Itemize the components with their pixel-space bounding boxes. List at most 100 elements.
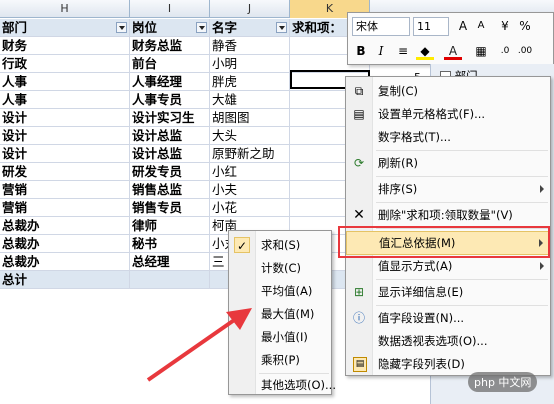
- name-header-label: 名字: [212, 20, 238, 35]
- submenu-average-label: 平均值(A): [261, 284, 313, 298]
- cell-post[interactable]: 设计总监: [130, 127, 210, 145]
- cell-dept[interactable]: 总裁办: [0, 253, 130, 271]
- field-list-icon: ▤: [353, 357, 367, 372]
- currency-icon[interactable]: ¥: [496, 17, 514, 35]
- dept-header-label: 部门: [2, 20, 28, 35]
- cell-dept[interactable]: 营销: [0, 199, 130, 217]
- menu-show-details[interactable]: ⊞ 显示详细信息(E): [346, 281, 550, 303]
- menu-show-values-as[interactable]: 值显示方式(A): [346, 255, 550, 277]
- field-settings-icon: ⓘ: [352, 311, 365, 325]
- submenu-sum[interactable]: ✓ 求和(S): [229, 234, 331, 256]
- font-name-box[interactable]: 宋体: [352, 17, 410, 36]
- check-icon: ✓: [234, 237, 250, 253]
- column-i-header[interactable]: I: [130, 0, 210, 18]
- menu-copy[interactable]: ⧉ 复制(C): [346, 80, 550, 102]
- post-filter-dropdown[interactable]: [196, 22, 207, 33]
- cell-dept[interactable]: 人事: [0, 91, 130, 109]
- cell-name[interactable]: 小花: [210, 199, 290, 217]
- total-label[interactable]: 总计: [0, 271, 130, 289]
- font-color-icon[interactable]: A: [444, 42, 462, 60]
- menu-hide-field-list-label: 隐藏字段列表(D): [378, 357, 465, 371]
- cell-name[interactable]: 小明: [210, 55, 290, 73]
- menu-format-cells[interactable]: ▤ 设置单元格格式(F)...: [346, 103, 550, 125]
- cell-name[interactable]: 原野新之助: [210, 145, 290, 163]
- percent-button[interactable]: %: [516, 17, 534, 35]
- total-cell[interactable]: [130, 271, 210, 289]
- cell-dept[interactable]: 总裁办: [0, 217, 130, 235]
- cell-dept[interactable]: 设计: [0, 127, 130, 145]
- cell-name[interactable]: 小红: [210, 163, 290, 181]
- cell-post[interactable]: 律师: [130, 217, 210, 235]
- menu-value-field-settings[interactable]: ⓘ 值字段设置(N)...: [346, 307, 550, 329]
- refresh-icon: ⟳: [353, 156, 365, 170]
- dept-header-cell[interactable]: 部门: [0, 19, 130, 37]
- highlight-box: [338, 226, 550, 258]
- mini-toolbar: 宋体 11 A A ¥ % B I ≡ ◆ A ▦ .0 .00: [347, 12, 554, 65]
- menu-number-format-label: 数字格式(T)...: [378, 130, 451, 144]
- column-h-header[interactable]: H: [0, 0, 130, 18]
- cell-post[interactable]: 秘书: [130, 235, 210, 253]
- cell-dept[interactable]: 行政: [0, 55, 130, 73]
- submenu-more-options-label: 其他选项(O)...: [261, 378, 336, 392]
- cell-name[interactable]: 胡图图: [210, 109, 290, 127]
- font-size-box[interactable]: 11: [413, 17, 449, 36]
- menu-sort-label: 排序(S): [378, 182, 418, 196]
- cell-dept[interactable]: 设计: [0, 145, 130, 163]
- name-filter-dropdown[interactable]: [276, 22, 287, 33]
- cell-post[interactable]: 人事专员: [130, 91, 210, 109]
- cell-dept[interactable]: 总裁办: [0, 235, 130, 253]
- submenu-sum-label: 求和(S): [261, 238, 301, 252]
- submenu-count-label: 计数(C): [261, 261, 302, 275]
- increase-decimal-icon[interactable]: .00: [516, 42, 534, 60]
- cell-post[interactable]: 设计总监: [130, 145, 210, 163]
- menu-refresh-label: 刷新(R): [378, 156, 418, 170]
- italic-button[interactable]: I: [372, 42, 390, 60]
- menu-remove-field-label: 删除"求和项:领取数量"(V): [378, 208, 513, 222]
- cell-post[interactable]: 研发专员: [130, 163, 210, 181]
- post-header-cell[interactable]: 岗位: [130, 19, 210, 37]
- decrease-decimal-icon[interactable]: .0: [496, 42, 514, 60]
- submenu-arrow-icon: [540, 262, 544, 270]
- bold-button[interactable]: B: [352, 42, 370, 60]
- cell-post[interactable]: 销售专员: [130, 199, 210, 217]
- cell-name[interactable]: 大头: [210, 127, 290, 145]
- copy-icon: ⧉: [354, 84, 364, 98]
- submenu-arrow-icon: [540, 185, 544, 193]
- cell-dept[interactable]: 研发: [0, 163, 130, 181]
- delete-icon: ✕: [353, 207, 365, 223]
- menu-value-field-settings-label: 值字段设置(N)...: [378, 311, 465, 325]
- submenu-average[interactable]: 平均值(A): [229, 280, 331, 302]
- cell-post[interactable]: 财务总监: [130, 37, 210, 55]
- submenu-count[interactable]: 计数(C): [229, 257, 331, 279]
- menu-remove-field[interactable]: ✕ 删除"求和项:领取数量"(V): [346, 204, 550, 226]
- grow-font-icon[interactable]: A: [454, 17, 472, 35]
- align-center-icon[interactable]: ≡: [394, 42, 412, 60]
- cell-dept[interactable]: 营销: [0, 181, 130, 199]
- cell-dept[interactable]: 设计: [0, 109, 130, 127]
- cell-name[interactable]: 大雄: [210, 91, 290, 109]
- cell-post[interactable]: 总经理: [130, 253, 210, 271]
- annotation-arrow: [146, 308, 252, 382]
- menu-show-details-label: 显示详细信息(E): [378, 285, 464, 299]
- menu-show-values-as-label: 值显示方式(A): [378, 259, 453, 273]
- menu-number-format[interactable]: 数字格式(T)...: [346, 126, 550, 148]
- menu-copy-label: 复制(C): [378, 84, 419, 98]
- cell-post[interactable]: 前台: [130, 55, 210, 73]
- name-header-cell[interactable]: 名字: [210, 19, 290, 37]
- menu-refresh[interactable]: ⟳ 刷新(R): [346, 152, 550, 174]
- cell-post[interactable]: 人事经理: [130, 73, 210, 91]
- cell-name[interactable]: 胖虎: [210, 73, 290, 91]
- dept-filter-dropdown[interactable]: [116, 22, 127, 33]
- cell-post[interactable]: 设计实习生: [130, 109, 210, 127]
- column-j-header[interactable]: J: [210, 0, 290, 18]
- menu-sort[interactable]: 排序(S): [346, 178, 550, 200]
- fill-color-icon[interactable]: ◆: [416, 42, 434, 60]
- cell-name[interactable]: 小夫: [210, 181, 290, 199]
- cell-name[interactable]: 静香: [210, 37, 290, 55]
- cell-post[interactable]: 销售总监: [130, 181, 210, 199]
- shrink-font-icon[interactable]: A: [472, 17, 490, 35]
- cell-dept[interactable]: 人事: [0, 73, 130, 91]
- cell-dept[interactable]: 财务: [0, 37, 130, 55]
- borders-icon[interactable]: ▦: [472, 42, 490, 60]
- menu-pivot-options[interactable]: 数据透视表选项(O)...: [346, 330, 550, 352]
